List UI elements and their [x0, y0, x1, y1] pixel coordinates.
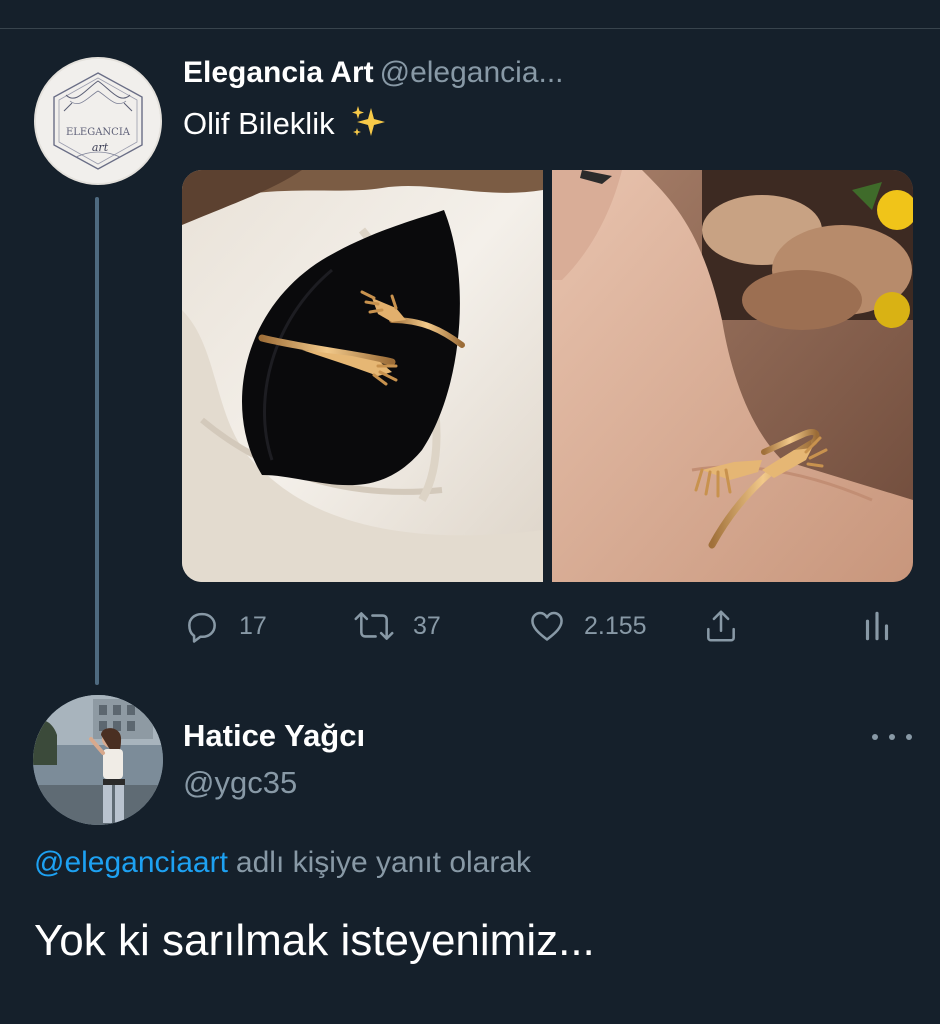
analytics-icon: [865, 611, 889, 641]
sparkles-icon: [349, 104, 389, 148]
reply-handle[interactable]: @ygc35: [183, 765, 297, 801]
elegancia-logo-icon: ELEGANCIA art: [36, 59, 160, 183]
more-options-icon[interactable]: [872, 724, 912, 750]
parent-tweet-body: Olif Bileklik: [183, 106, 335, 142]
logo-script: art: [92, 141, 109, 154]
share-icon: [707, 610, 735, 642]
logo-wordmark: ELEGANCIA: [66, 127, 131, 138]
reply-tweet-text: Yok ki sarılmak isteyenimiz...: [34, 916, 595, 965]
top-divider: [0, 28, 940, 29]
like-count: 2.155: [584, 611, 647, 640]
retweet-icon: [354, 612, 394, 640]
parent-tweet-actions: 17 37 2.155: [0, 604, 940, 648]
reply-icon: [188, 612, 216, 643]
parent-author-row[interactable]: Elegancia Art @elegancia...: [183, 56, 564, 90]
reply-context: @eleganciaart adlı kişiye yanıt olarak: [34, 846, 531, 880]
bracelet-on-wrist-photo[interactable]: [552, 170, 913, 582]
parent-tweet-text: Olif Bileklik: [183, 104, 389, 148]
analytics-button[interactable]: [862, 604, 892, 648]
tweet-media[interactable]: [182, 170, 913, 582]
like-button[interactable]: 2.155: [528, 604, 647, 648]
reply-button[interactable]: 17: [183, 604, 267, 648]
elegancia-avatar[interactable]: ELEGANCIA art: [34, 57, 162, 185]
share-button[interactable]: [702, 604, 740, 648]
profile-photo: [33, 695, 163, 825]
retweet-button[interactable]: 37: [353, 604, 441, 648]
more-dot: [872, 734, 878, 740]
more-dot: [889, 734, 895, 740]
reply-to-label: adlı kişiye yanıt olarak: [235, 846, 532, 879]
parent-handle[interactable]: @elegancia...: [380, 56, 564, 89]
hatice-avatar[interactable]: [33, 695, 163, 825]
retweet-count: 37: [413, 611, 441, 640]
parent-display-name[interactable]: Elegancia Art: [183, 56, 374, 89]
reply-count: 17: [239, 611, 267, 640]
heart-icon: [531, 611, 563, 641]
reply-display-name[interactable]: Hatice Yağcı: [183, 718, 365, 754]
bracelet-on-velvet-photo[interactable]: [182, 170, 543, 582]
more-dot: [906, 734, 912, 740]
reply-to-mention-link[interactable]: @eleganciaart: [34, 846, 228, 879]
